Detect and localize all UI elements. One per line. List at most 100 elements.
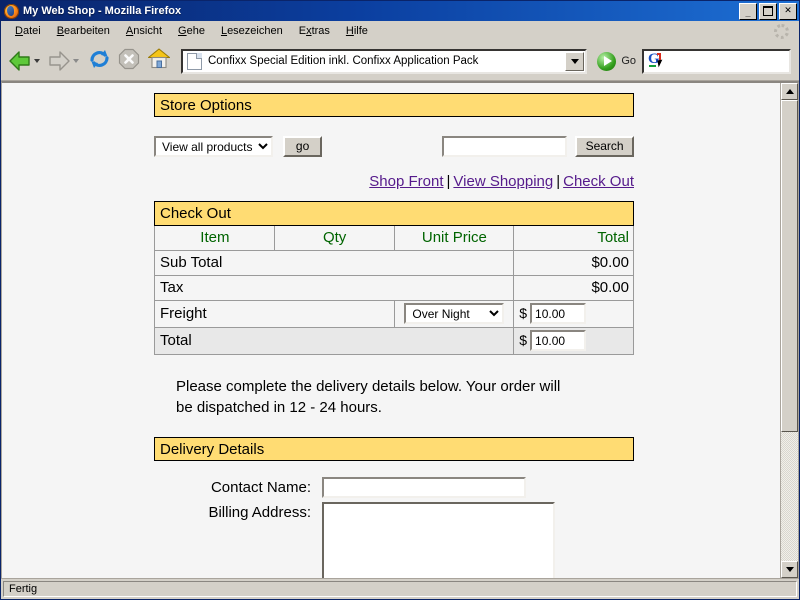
minimize-icon: _ [745,7,751,18]
table-row: Sub Total $0.00 [153,250,634,276]
delivery-form: Contact Name: Billing Address: [154,477,634,578]
menu-ansicht[interactable]: Ansicht [118,23,170,39]
product-go-button[interactable]: go [283,135,323,157]
menu-hilfe[interactable]: Hilfe [338,23,376,39]
subtotal-label: Sub Total [153,250,515,276]
forward-dropdown-icon[interactable] [73,59,79,63]
contact-name-input[interactable] [322,477,526,498]
column-header-qty: Qty [273,225,395,251]
product-view-select[interactable]: View all products [154,135,273,157]
menu-extras-b: tras [311,25,330,37]
home-icon [147,47,171,75]
browser-window: My Web Shop - Mozilla Firefox _ ✕ Datei … [0,0,800,600]
scrollbar-track[interactable] [781,100,798,561]
go-play-icon [597,51,617,71]
delivery-details-heading: Delivery Details [154,437,634,461]
window-controls: _ ✕ [739,2,797,20]
address-bar[interactable]: Confixx Special Edition inkl. Confixx Ap… [181,48,588,74]
menu-gehe[interactable]: Gehe [170,23,213,39]
table-row: Freight Over Night $ [154,300,634,328]
menu-datei-rest: atei [22,25,41,37]
freight-amount-input[interactable] [530,303,587,324]
navigation-toolbar: Confixx Special Edition inkl. Confixx Ap… [1,42,799,81]
close-icon: ✕ [784,4,792,15]
browser-search-field[interactable]: G [642,48,791,74]
reload-button[interactable] [85,48,113,74]
tax-label: Tax [153,275,515,301]
back-arrow-icon [7,49,33,73]
link-shop-front[interactable]: Shop Front [369,173,443,190]
total-label: Total [153,327,515,355]
address-bar-value: Confixx Special Edition inkl. Confixx Ap… [208,55,479,67]
contact-name-row: Contact Name: [154,477,634,499]
table-row: Tax $0.00 [153,275,634,301]
billing-address-row: Billing Address: [154,502,634,578]
scroll-up-button[interactable] [781,83,798,100]
total-currency: $ [519,331,528,348]
total-amount-cell: $ [513,327,634,355]
menu-extras-a: E [298,25,307,37]
shop-search-button[interactable]: Search [575,135,634,157]
scrollbar-thumb[interactable] [781,100,798,432]
menu-lesezeichen[interactable]: Lesezeichen [213,23,291,39]
shop-search-input[interactable] [442,135,568,157]
minimize-button[interactable]: _ [739,2,757,20]
content-viewport: Store Options View all products go Searc… [1,81,799,579]
status-bar: Fertig [1,579,799,599]
throbber-icon [774,24,789,39]
billing-address-textarea[interactable] [322,502,555,578]
menu-ansicht-rest: nsicht [133,25,163,37]
menu-gehe-rest: ehe [186,25,205,37]
nav-separator-2: | [556,173,561,190]
reload-icon [88,48,111,75]
menu-bearbeiten-rest: earbeiten [64,25,110,37]
forward-arrow-icon [46,49,72,73]
link-check-out[interactable]: Check Out [563,173,634,190]
tax-amount: $0.00 [513,275,634,301]
home-button[interactable] [145,48,173,74]
stop-button[interactable] [115,48,143,74]
menu-bearbeiten[interactable]: Bearbeiten [49,23,118,39]
contact-name-label: Contact Name: [210,479,311,496]
forward-button[interactable] [46,49,83,73]
menu-lesezeichen-rest: esezeichen [227,25,283,37]
go-button[interactable]: Go [593,51,640,71]
back-dropdown-icon[interactable] [34,59,40,63]
menu-datei[interactable]: Datei [7,23,49,39]
scroll-down-button[interactable] [781,561,798,578]
link-view-shopping[interactable]: View Shopping [453,173,553,190]
freight-select[interactable]: Over Night [404,303,505,324]
maximize-icon [763,6,773,16]
freight-amount-cell: $ [513,300,634,328]
firefox-icon [4,3,19,19]
delivery-notice: Please complete the delivery details bel… [176,378,561,416]
shop-content: Store Options View all products go Searc… [153,83,634,578]
menu-bar: Datei Bearbeiten Ansicht Gehe Lesezeiche… [1,21,799,42]
freight-label: Freight [154,300,395,328]
stop-icon [118,48,140,75]
freight-option-cell: Over Night [393,300,515,328]
checkout-title-row: Check Out [154,201,634,226]
window-title: My Web Shop - Mozilla Firefox [23,5,182,17]
checkout-heading: Check Out [154,201,634,226]
nav-separator-1: | [446,173,451,190]
chevron-up-icon [785,89,794,94]
checkout-table: Check Out Item Qty Unit Price Total Sub … [153,201,634,355]
table-row: Total $ [153,327,634,355]
shop-nav-links: Shop Front | View Shopping | Check Out [154,173,634,190]
vertical-scrollbar[interactable] [780,83,798,578]
address-dropdown-button[interactable] [565,51,585,71]
subtotal-amount: $0.00 [513,250,634,276]
chevron-down-icon [570,58,579,64]
maximize-button[interactable] [759,2,777,20]
column-header-unit-price: Unit Price [393,225,515,251]
chevron-down-icon [785,567,794,572]
column-header-item: Item [154,225,275,251]
page-document-icon [187,52,202,70]
billing-address-label: Billing Address: [208,504,311,521]
close-button[interactable]: ✕ [779,2,797,20]
back-button[interactable] [7,49,44,73]
checkout-header-row: Item Qty Unit Price Total [154,225,634,251]
google-g-icon[interactable]: G [648,52,666,69]
menu-extras[interactable]: Extras [291,23,338,39]
